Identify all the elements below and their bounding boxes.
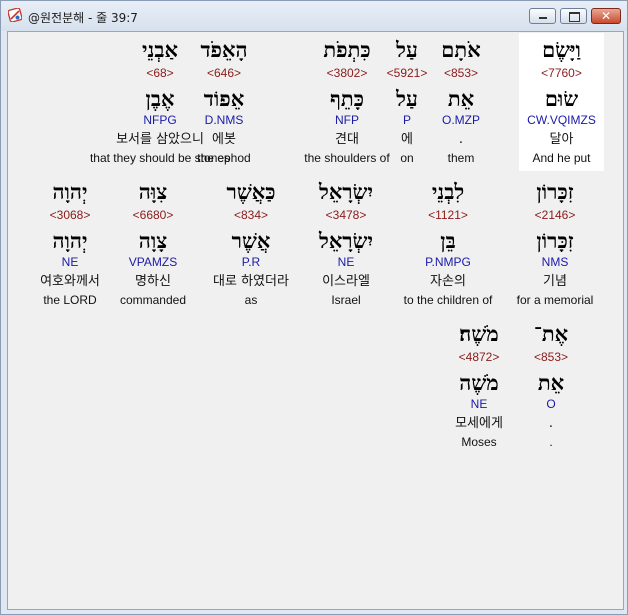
hebrew-lemma: צָוָה xyxy=(138,228,168,253)
morphology-code: NE xyxy=(470,397,488,411)
minimize-icon xyxy=(539,17,547,19)
word-cell[interactable]: כַּאֲשֶׁר <834> אֲשֶׁר P.R 대로 하였더라 as xyxy=(198,175,304,313)
title-bar[interactable]: @원전분해 - 줄 39:7 ✕ xyxy=(1,1,627,31)
strong-number: <4872> xyxy=(458,350,500,364)
word-cell[interactable]: לִבְנֵי <1121> בֵּן P.NMPG 자손의 to the childre… xyxy=(385,175,511,313)
word-cell[interactable]: יְהוָה <3068> יְהוָה NE 여호와께서 the LORD xyxy=(27,175,113,313)
app-window: @원전분해 - 줄 39:7 ✕ וַיָּשֶׂם <7760> שׂוּם CW.… xyxy=(0,0,628,615)
morphology-code: P.NMPG xyxy=(425,255,471,269)
strong-number: <6680> xyxy=(132,208,174,222)
word-cell[interactable]: וַיָּשֶׂם <7760> שׂוּם CW.VQIMZS 달아 And he pu… xyxy=(519,33,604,171)
morphology-code: O xyxy=(546,397,556,411)
korean-gloss: 보서를 삼았으니 xyxy=(116,132,204,147)
hebrew-word: צִוָּה xyxy=(138,179,168,204)
hebrew-word: יִשְׂרָאֵל xyxy=(319,179,373,204)
word-cell[interactable]: זִכָּרוֹן <2146> זִכָּרוֹן NMS 기념 for a memor… xyxy=(505,175,605,313)
app-logo-icon xyxy=(8,8,22,22)
hebrew-word: לִבְנֵי xyxy=(431,179,465,204)
hebrew-lemma: יְהוָה xyxy=(52,228,88,253)
morphology-code: P.R xyxy=(241,255,261,269)
strong-number: <1121> xyxy=(428,208,468,222)
strong-number: <3802> xyxy=(326,66,368,80)
strong-number: <3478> xyxy=(325,208,367,222)
korean-gloss: 모세에게 xyxy=(455,416,503,431)
window-title: @원전분해 - 줄 39:7 xyxy=(28,11,138,25)
word-cell[interactable]: יִשְׂרָאֵל <3478> יִשְׂרָאֵל NE 이스라엘 Israel xyxy=(305,175,387,313)
english-gloss: for a memorial xyxy=(516,293,594,307)
korean-gloss: 달아 xyxy=(549,132,574,147)
korean-gloss: 이스라엘 xyxy=(322,274,370,289)
english-gloss: to the children of xyxy=(403,293,493,307)
close-button[interactable]: ✕ xyxy=(591,8,621,24)
english-gloss: as xyxy=(244,293,258,307)
word-cell[interactable]: מֹשֶׁה׃ <4872> מֹשֶׁה NE 모세에게 Moses xyxy=(454,317,504,455)
hebrew-lemma: מֹשֶׁה xyxy=(459,370,499,395)
korean-gloss: 기념 xyxy=(543,274,567,289)
korean-gloss: . xyxy=(548,416,554,431)
korean-gloss: 견대 xyxy=(335,132,359,147)
strong-number: <2146> xyxy=(534,208,576,222)
interlinear-panel[interactable]: וַיָּשֶׂם <7760> שׂוּם CW.VQIMZS 달아 And he pu… xyxy=(7,31,624,610)
hebrew-word: יְהוָה xyxy=(52,179,88,204)
english-gloss: Israel xyxy=(331,293,361,307)
hebrew-lemma: שׂוּם xyxy=(544,86,579,111)
hebrew-lemma: אֵת xyxy=(447,86,475,111)
korean-gloss: 대로 하였더라 xyxy=(213,274,289,289)
hebrew-lemma: אֵת xyxy=(537,370,565,395)
hebrew-word: וַיָּשֶׂם xyxy=(542,37,581,62)
strong-number: <3068> xyxy=(49,208,91,222)
hebrew-word: מֹשֶׁה׃ xyxy=(459,321,499,346)
korean-gloss: 여호와께서 xyxy=(40,274,100,289)
hebrew-word: זִכָּרוֹן xyxy=(536,179,574,204)
morphology-code: NE xyxy=(61,255,79,269)
english-gloss: the shoulders of xyxy=(304,151,390,165)
word-cell[interactable]: אֹתָם <853> אֵת O.MZP. them xyxy=(430,33,492,171)
strong-number: <7760> xyxy=(541,66,582,80)
word-cell[interactable]: כִּתְפֹת <3802> כָּתֵף NFP 견대 the shoulders o… xyxy=(295,33,399,171)
morphology-code: NMS xyxy=(541,255,569,269)
hebrew-lemma: אֲשֶׁר xyxy=(231,228,271,253)
english-gloss: them xyxy=(447,151,475,165)
word-cell[interactable]: צִוָּה <6680> צָוָה VPAMZS 명하신 commanded xyxy=(101,175,205,313)
morphology-code: NE xyxy=(337,255,355,269)
hebrew-word: אֶת־ xyxy=(533,321,569,346)
english-gloss: Moses xyxy=(461,435,497,449)
morphology-code: NFPG xyxy=(143,113,177,127)
english-gloss: that they should be stones xyxy=(89,151,231,165)
maximize-button[interactable] xyxy=(560,8,587,24)
hebrew-word: אֹתָם xyxy=(441,37,481,62)
english-gloss: . xyxy=(549,435,553,449)
strong-number: <834> xyxy=(233,208,269,222)
hebrew-word: אַבְנֵי xyxy=(142,37,178,62)
hebrew-lemma: אֶבֶן xyxy=(145,86,175,111)
strong-number: <853> xyxy=(533,350,569,364)
english-gloss: commanded xyxy=(119,293,187,307)
morphology-code: NFP xyxy=(335,113,359,127)
korean-gloss: 명하신 xyxy=(135,274,171,289)
hebrew-lemma: זִכָּרוֹן xyxy=(536,228,574,253)
word-cell[interactable]: אַבְנֵי <68> אֶבֶן NFPG 보서를 삼았으니 that they sh… xyxy=(78,33,242,171)
close-icon: ✕ xyxy=(600,9,612,23)
hebrew-word: כַּאֲשֶׁר xyxy=(226,179,276,204)
strong-number: <853> xyxy=(443,66,479,80)
korean-gloss: . xyxy=(458,132,464,147)
word-cell[interactable]: אֶת־ <853> אֵת O.. xyxy=(525,317,577,455)
hebrew-word: כִּתְפֹת xyxy=(323,37,371,62)
english-gloss: And he put xyxy=(532,151,591,165)
strong-number: <68> xyxy=(146,66,174,80)
maximize-icon xyxy=(569,12,580,22)
hebrew-lemma: יִשְׂרָאֵל xyxy=(319,228,373,253)
hebrew-lemma: בֵּן xyxy=(440,228,456,253)
morphology-code: O.MZP xyxy=(442,113,480,127)
morphology-code: VPAMZS xyxy=(128,255,178,269)
korean-gloss: 자손의 xyxy=(430,274,466,289)
minimize-button[interactable] xyxy=(529,8,556,24)
morphology-code: CW.VQIMZS xyxy=(527,113,596,127)
english-gloss: the LORD xyxy=(43,293,97,307)
hebrew-lemma: כָּתֵף xyxy=(330,86,364,111)
